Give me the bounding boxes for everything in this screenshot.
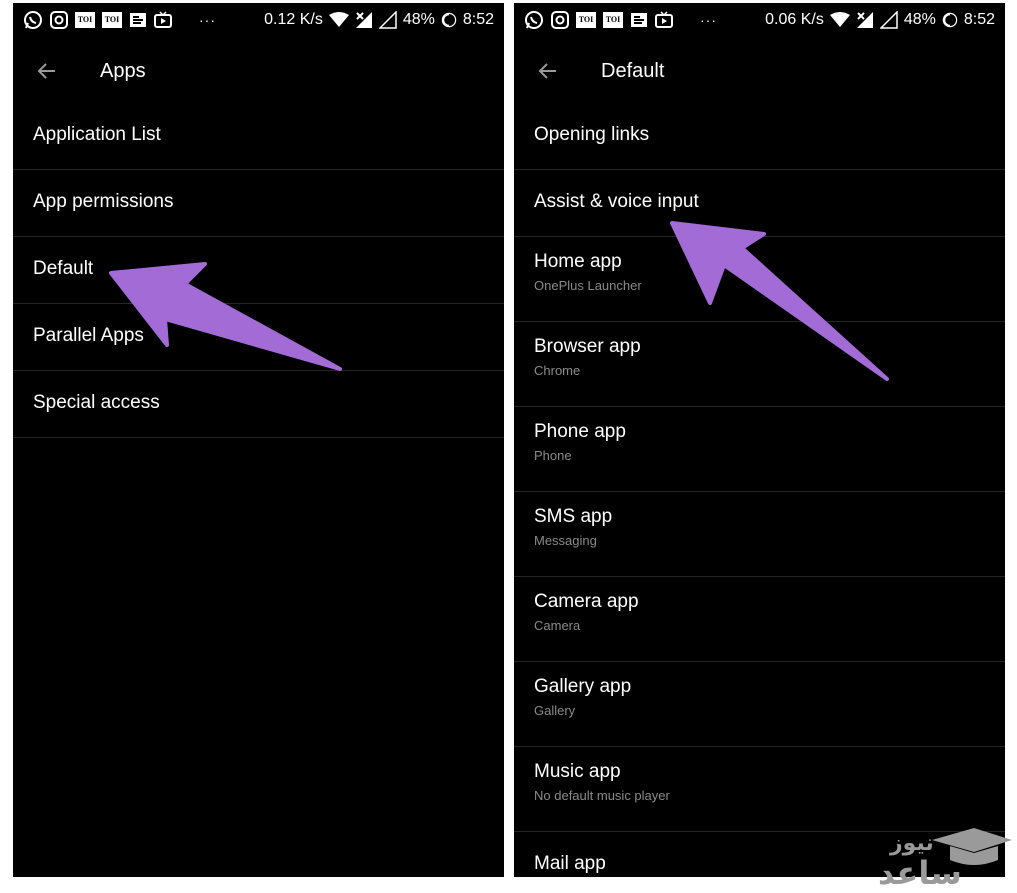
item-title: Music app bbox=[534, 761, 621, 782]
item-subtitle: Messaging bbox=[534, 533, 597, 548]
battery-percent: 48% bbox=[903, 11, 936, 28]
news-app-icon bbox=[130, 13, 146, 27]
more-notifications-icon: ··· bbox=[199, 12, 216, 28]
signal-empty-icon bbox=[378, 11, 397, 29]
item-title: Browser app bbox=[534, 336, 641, 357]
battery-icon bbox=[441, 12, 457, 28]
battery-percent: 48% bbox=[402, 11, 435, 28]
network-speed: 0.12 K/s bbox=[264, 11, 323, 28]
wifi-icon bbox=[328, 12, 349, 27]
status-bar: TOI TOI ··· 0.12 K/s 48% 8:52 bbox=[13, 3, 504, 39]
more-notifications-icon: ··· bbox=[700, 12, 717, 28]
no-signal-icon bbox=[355, 12, 372, 28]
item-title: SMS app bbox=[534, 506, 613, 527]
item-title: Parallel Apps bbox=[33, 325, 144, 346]
whatsapp-icon bbox=[525, 11, 543, 29]
list-item-default[interactable]: Default bbox=[13, 237, 504, 304]
instagram-icon bbox=[551, 11, 569, 29]
toi-icon: TOI bbox=[102, 12, 122, 28]
toi-icon: TOI bbox=[75, 12, 95, 28]
item-title: Special access bbox=[33, 392, 160, 413]
clock: 8:52 bbox=[963, 11, 995, 28]
whatsapp-icon bbox=[24, 11, 42, 29]
page-title: Apps bbox=[100, 60, 146, 82]
settings-list: Application List App permissions Default… bbox=[13, 103, 504, 438]
toolbar: Default bbox=[514, 47, 1005, 95]
apps-screen: TOI TOI ··· 0.12 K/s 48% 8:52 Apps Appli… bbox=[13, 3, 504, 877]
network-speed: 0.06 K/s bbox=[765, 11, 824, 28]
watermark-logo: نیوز ساعد bbox=[878, 828, 1012, 890]
list-item-camera-app[interactable]: Camera app Camera bbox=[514, 577, 1005, 662]
item-title: Camera app bbox=[534, 591, 639, 612]
news-app-icon bbox=[631, 13, 647, 27]
clock: 8:52 bbox=[462, 11, 494, 28]
instagram-icon bbox=[50, 11, 68, 29]
list-item-browser-app[interactable]: Browser app Chrome bbox=[514, 322, 1005, 407]
list-item-gallery-app[interactable]: Gallery app Gallery bbox=[514, 662, 1005, 747]
back-arrow-icon[interactable] bbox=[536, 59, 560, 83]
wifi-icon bbox=[829, 12, 850, 27]
item-title: Gallery app bbox=[534, 676, 632, 697]
item-title: Opening links bbox=[534, 124, 650, 145]
item-title: Default bbox=[33, 258, 94, 279]
tv-icon bbox=[655, 11, 673, 28]
list-item-phone-app[interactable]: Phone app Phone bbox=[514, 407, 1005, 492]
no-signal-icon bbox=[856, 12, 873, 28]
battery-icon bbox=[942, 12, 958, 28]
list-item-assist-voice-input[interactable]: Assist & voice input bbox=[514, 170, 1005, 237]
item-title: Phone app bbox=[534, 421, 626, 442]
item-subtitle: OnePlus Launcher bbox=[534, 278, 642, 293]
page-title: Default bbox=[601, 60, 665, 82]
item-subtitle: Chrome bbox=[534, 363, 581, 378]
item-title: Mail app bbox=[534, 853, 606, 874]
item-subtitle: Gallery bbox=[534, 703, 576, 718]
status-bar: TOI TOI ··· 0.06 K/s 48% 8:52 bbox=[514, 3, 1005, 39]
watermark-text: نیوز bbox=[889, 831, 934, 856]
item-title: Home app bbox=[534, 251, 622, 272]
list-item-parallel-apps[interactable]: Parallel Apps bbox=[13, 304, 504, 371]
back-arrow-icon[interactable] bbox=[35, 59, 59, 83]
settings-list: Opening links Assist & voice input Home … bbox=[514, 103, 1005, 877]
signal-empty-icon bbox=[879, 11, 898, 29]
toi-icon: TOI bbox=[603, 12, 623, 28]
item-subtitle: Phone bbox=[534, 448, 572, 463]
list-item-app-permissions[interactable]: App permissions bbox=[13, 170, 504, 237]
item-subtitle: Camera bbox=[534, 618, 581, 633]
list-item-special-access[interactable]: Special access bbox=[13, 371, 504, 438]
item-title: Application List bbox=[33, 124, 161, 145]
item-subtitle: No default music player bbox=[534, 788, 670, 803]
item-title: App permissions bbox=[33, 191, 174, 212]
watermark-text: ساعد bbox=[878, 854, 962, 890]
list-item-sms-app[interactable]: SMS app Messaging bbox=[514, 492, 1005, 577]
list-item-opening-links[interactable]: Opening links bbox=[514, 103, 1005, 170]
list-item-application-list[interactable]: Application List bbox=[13, 103, 504, 170]
tv-icon bbox=[154, 11, 172, 28]
toi-icon: TOI bbox=[576, 12, 596, 28]
default-apps-screen: TOI TOI ··· 0.06 K/s 48% 8:52 Default Op… bbox=[514, 3, 1005, 877]
list-item-home-app[interactable]: Home app OnePlus Launcher bbox=[514, 237, 1005, 322]
toolbar: Apps bbox=[13, 47, 504, 95]
item-title: Assist & voice input bbox=[534, 191, 699, 212]
